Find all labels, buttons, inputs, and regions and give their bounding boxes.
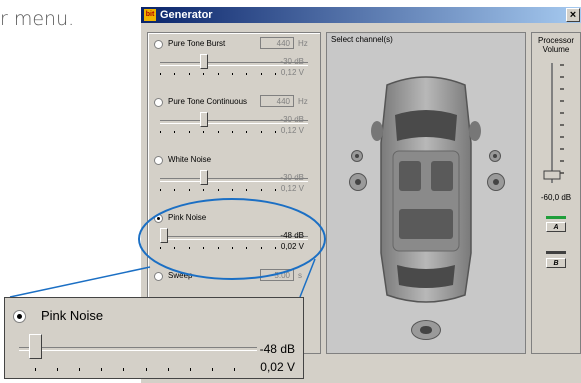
signal-white-noise: White Noise -30 dB 0,12 V — [152, 153, 318, 211]
led-b-indicator — [546, 251, 566, 254]
speaker-side-left-icon[interactable] — [349, 173, 367, 191]
freq-unit: Hz — [298, 97, 308, 106]
callout-slider-track — [19, 347, 257, 351]
callout-label: Pink Noise — [41, 308, 104, 323]
callout-radio — [13, 310, 26, 323]
signal-label: Sweep — [168, 271, 193, 280]
callout-slider-ticks — [35, 368, 235, 371]
slider-thumb[interactable] — [200, 54, 208, 69]
radio-white-noise[interactable] — [154, 156, 163, 165]
slider-thumb[interactable] — [200, 170, 208, 185]
signal-pink-noise: Pink Noise -48 dB 0,02 V — [152, 211, 318, 269]
freq-input[interactable]: 440 — [260, 37, 294, 49]
volt-value: 0,02 V — [280, 242, 304, 251]
window-title: Generator — [160, 9, 213, 21]
signal-label: Pink Noise — [168, 213, 207, 222]
led-a-indicator — [546, 216, 566, 219]
slider-ticks — [160, 247, 276, 249]
callout-volt: 0,02 V — [260, 360, 295, 374]
callout-db: -48 dB — [259, 342, 295, 356]
volt-value: 0,12 V — [280, 68, 304, 77]
car-diagram — [371, 76, 481, 303]
slider-ticks — [160, 131, 276, 133]
db-value: -48 dB — [280, 231, 304, 240]
processor-volume-value: -60,0 dB — [540, 193, 572, 202]
channel-selector: Select channel(s) — [326, 32, 526, 354]
processor-volume-panel: Processor Volume -60,0 dB A B — [531, 32, 581, 354]
radio-sweep[interactable] — [154, 272, 163, 281]
signal-pure-tone-continuous: Pure Tone Continuous 440 Hz -30 dB 0,12 … — [152, 95, 318, 153]
freq-input[interactable]: 440 — [260, 95, 294, 107]
processor-volume-title: Processor Volume — [537, 36, 574, 54]
sweep-time-input[interactable]: 5.00 — [260, 269, 294, 281]
close-button[interactable]: × — [566, 8, 580, 22]
title-bar: bit Generator × — [141, 7, 581, 23]
preset-a-button[interactable]: A — [546, 222, 566, 232]
bit-logo-icon: bit — [144, 9, 156, 21]
radio-pink-noise[interactable] — [154, 214, 163, 223]
slider-thumb[interactable] — [160, 228, 168, 243]
pink-noise-callout: Pink Noise -48 dB 0,02 V — [4, 297, 304, 379]
volume-slider[interactable] — [532, 59, 580, 199]
radio-pure-tone-continuous[interactable] — [154, 98, 163, 107]
sweep-unit: s — [298, 271, 302, 280]
db-value: -30 dB — [280, 115, 304, 124]
preset-b-button[interactable]: B — [546, 258, 566, 268]
db-value: -30 dB — [280, 57, 304, 66]
speaker-side-right-icon[interactable] — [487, 173, 505, 191]
background-text: r menu. — [0, 8, 75, 30]
slider-ticks — [160, 73, 276, 75]
db-value: -30 dB — [280, 173, 304, 182]
slider-ticks — [160, 189, 276, 191]
freq-unit: Hz — [298, 39, 308, 48]
signal-label: Pure Tone Continuous — [168, 97, 248, 106]
radio-pure-tone-burst[interactable] — [154, 40, 163, 49]
speaker-front-left-icon[interactable] — [351, 150, 363, 162]
signal-label: White Noise — [168, 155, 212, 164]
speaker-front-right-icon[interactable] — [489, 150, 501, 162]
callout-slider-thumb — [29, 334, 42, 359]
volt-value: 0,12 V — [280, 184, 304, 193]
signal-pure-tone-burst: Pure Tone Burst 440 Hz -30 dB 0,12 V — [152, 37, 318, 95]
subwoofer-icon[interactable] — [411, 320, 441, 340]
volt-value: 0,12 V — [280, 126, 304, 135]
slider-thumb[interactable] — [200, 112, 208, 127]
signal-label: Pure Tone Burst — [168, 39, 226, 48]
callout-line-left — [9, 266, 151, 298]
